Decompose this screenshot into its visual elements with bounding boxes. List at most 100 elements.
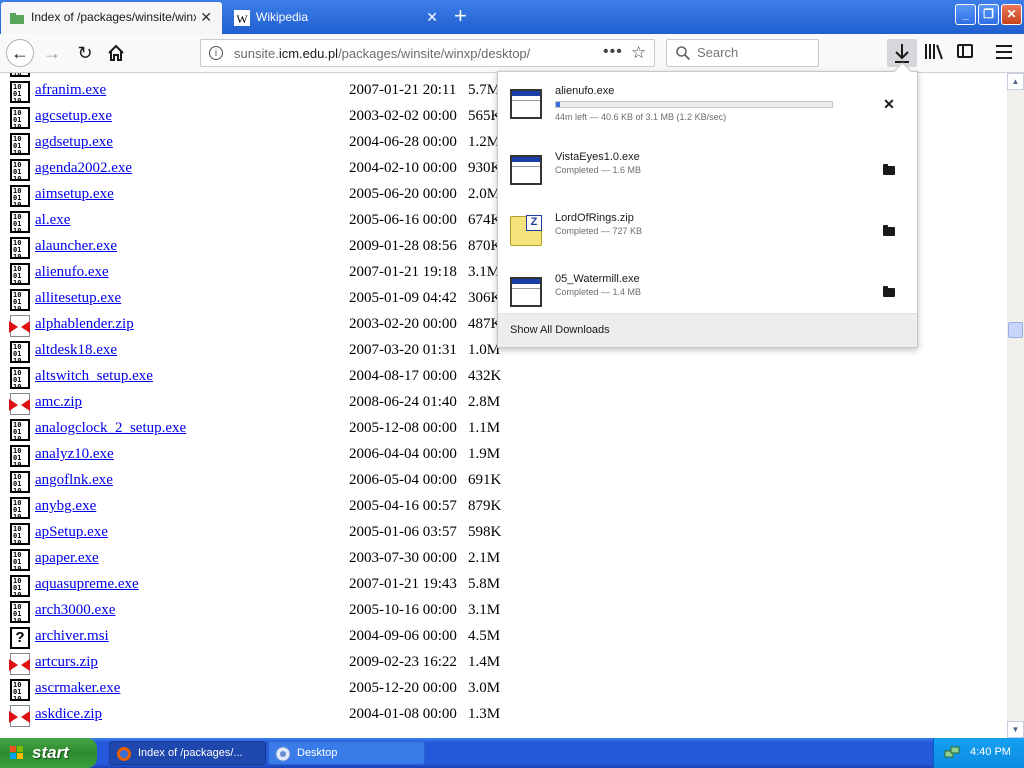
file-link[interactable]: archiver.msi — [35, 628, 109, 645]
file-link[interactable]: alphablender.zip — [35, 316, 134, 333]
file-row: 10 01 10 apSetup.exe 2005-01-06 03:57 598K — [0, 520, 1007, 547]
download-status: Completed — 1.4 MB — [555, 287, 642, 297]
file-size: 1.1M — [468, 420, 501, 436]
scroll-down-arrow-icon[interactable]: ▼ — [1007, 721, 1024, 738]
vertical-scrollbar[interactable]: ▲ ▼ — [1007, 73, 1024, 738]
exe-icon: 100110 — [10, 341, 30, 365]
file-link[interactable]: aquasupreme.exe — [35, 576, 139, 593]
window-maximize-button[interactable]: ❐ — [978, 4, 999, 25]
site-info-icon[interactable]: i — [209, 46, 223, 60]
file-link[interactable]: alauncher.exe — [35, 238, 117, 255]
scrollbar-thumb[interactable] — [1008, 322, 1023, 338]
file-row: 10 01 10 arch3000.exe 2005-10-16 00:00 3.1M — [0, 598, 1007, 625]
file-link[interactable]: agenda2002.exe — [35, 160, 132, 177]
file-size: 5.7M — [468, 82, 501, 98]
exe-icon: 100110 — [10, 601, 30, 625]
tab-close-icon[interactable]: ✕ — [200, 9, 212, 25]
open-folder-icon[interactable] — [881, 223, 897, 239]
file-row: 10 01 10 analogclock_2_setup.exe 2005-12-08 … — [0, 416, 1007, 443]
file-link[interactable]: agcsetup.exe — [35, 108, 112, 125]
file-size: 432K — [468, 368, 502, 384]
file-link[interactable]: aimsetup.exe — [35, 186, 114, 203]
file-size: 1.0M — [468, 342, 501, 358]
download-item-vistaeyes[interactable]: VistaEyes1.0.exe Completed — 1.6 MB — [498, 141, 917, 202]
system-tray: 4:40 PM — [933, 738, 1024, 768]
file-size: 1.2M — [468, 134, 501, 150]
back-button[interactable]: ← — [6, 39, 34, 67]
file-link[interactable]: agdsetup.exe — [35, 134, 113, 151]
taskbar-item-browser[interactable]: Index of /packages/... — [109, 741, 266, 765]
sidebar-toggle-icon[interactable] — [957, 44, 973, 58]
url-bar[interactable]: i sunsite.icm.edu.pl/packages/winsite/wi… — [200, 39, 655, 67]
network-tray-icon[interactable] — [944, 745, 960, 761]
start-button[interactable]: start — [0, 738, 97, 768]
file-row: artcurs.zip 2009-02-23 16:22 1.4M — [0, 650, 1007, 676]
file-date: 2004-08-17 00:00 — [349, 368, 457, 384]
file-row: ? archiver.msi 2004-09-06 00:00 4.5M — [0, 624, 1007, 650]
forward-button[interactable]: → — [38, 39, 66, 67]
file-link[interactable]: altdesk18.exe — [35, 342, 117, 359]
taskbar: start Index of /packages/... Desktop 4:4… — [0, 738, 1024, 768]
system-clock[interactable]: 4:40 PM — [970, 746, 1011, 758]
show-all-downloads-button[interactable]: Show All Downloads — [498, 313, 917, 347]
file-link[interactable]: analogclock_2_setup.exe — [35, 420, 186, 437]
taskbar-item-label: Desktop — [297, 747, 338, 759]
file-link[interactable]: allitesetup.exe — [35, 290, 121, 307]
download-progress-bar — [555, 101, 833, 108]
file-row: 10 01 10 angoflnk.exe 2006-05-04 00:00 691K — [0, 468, 1007, 495]
scroll-up-arrow-icon[interactable]: ▲ — [1007, 73, 1024, 90]
file-size: 3.1M — [468, 602, 501, 618]
home-button[interactable] — [102, 39, 130, 67]
open-folder-icon[interactable] — [881, 162, 897, 178]
zip-icon — [9, 393, 30, 415]
file-date: 2005-01-09 04:42 — [349, 290, 457, 306]
window-minimize-button[interactable]: _ — [955, 4, 976, 25]
tab-title: Index of /packages/winsite/winxp/ — [31, 10, 196, 24]
downloads-panel: alienufo.exe 44m left — 40.6 KB of 3.1 M… — [497, 62, 918, 348]
reload-button[interactable]: ↻ — [71, 39, 99, 67]
file-size: 1.9M — [468, 446, 501, 462]
file-link[interactable]: afranim.exe — [35, 82, 106, 99]
file-size: 2.0M — [468, 186, 501, 202]
tab-close-icon[interactable]: ✕ — [426, 9, 438, 25]
file-date: 2006-05-04 00:00 — [349, 472, 457, 488]
file-link[interactable]: altswitch_setup.exe — [35, 368, 153, 385]
file-link[interactable]: apaper.exe — [35, 550, 99, 567]
exe-icon: 100110 — [10, 133, 30, 157]
exe-icon: 100110 — [10, 107, 30, 131]
library-icon[interactable] — [924, 43, 944, 61]
file-link[interactable]: angoflnk.exe — [35, 472, 113, 489]
file-link[interactable]: amc.zip — [35, 394, 82, 411]
cancel-download-icon[interactable]: ✕ — [881, 96, 897, 112]
open-folder-icon[interactable] — [881, 284, 897, 300]
file-link[interactable]: anybg.exe — [35, 498, 96, 515]
file-link[interactable]: analyz10.exe — [35, 446, 114, 463]
file-date: 2004-02-10 00:00 — [349, 160, 457, 176]
file-link[interactable]: artcurs.zip — [35, 654, 98, 671]
taskbar-item-desktop[interactable]: Desktop — [268, 741, 425, 765]
bookmark-star-icon[interactable]: ☆ — [631, 43, 646, 63]
exe-icon: 100110 — [10, 73, 30, 79]
search-box[interactable] — [666, 39, 819, 67]
exe-icon: 100110 — [10, 497, 30, 521]
exe-icon: 100110 — [10, 445, 30, 469]
home-icon — [108, 44, 124, 61]
new-tab-button[interactable]: + — [454, 5, 467, 27]
file-link[interactable]: arch3000.exe — [35, 602, 115, 619]
file-row: amc.zip 2008-06-24 01:40 2.8M — [0, 390, 1007, 416]
file-link[interactable]: al.exe — [35, 212, 70, 229]
tab-index-of-packages[interactable]: Index of /packages/winsite/winxp/ ✕ — [1, 2, 222, 34]
page-actions-menu-icon[interactable]: ••• — [603, 43, 623, 61]
tab-wikipedia[interactable]: W Wikipedia ✕ — [226, 2, 448, 34]
window-close-button[interactable]: ✕ — [1001, 4, 1022, 25]
file-link[interactable]: apSetup.exe — [35, 524, 108, 541]
file-link[interactable]: alienufo.exe — [35, 264, 109, 281]
url-text[interactable]: sunsite.icm.edu.pl/packages/winsite/winx… — [234, 46, 530, 61]
download-item-alienufo[interactable]: alienufo.exe 44m left — 40.6 KB of 3.1 M… — [498, 75, 917, 136]
hamburger-menu-icon[interactable] — [996, 45, 1012, 63]
tab-title: Wikipedia — [256, 10, 309, 24]
file-link[interactable]: askdice.zip — [35, 706, 102, 723]
file-link[interactable]: ascrmaker.exe — [35, 680, 120, 697]
search-input[interactable] — [697, 45, 812, 60]
download-item-lordofrings[interactable]: Z LordOfRings.zip Completed — 727 KB — [498, 202, 917, 263]
